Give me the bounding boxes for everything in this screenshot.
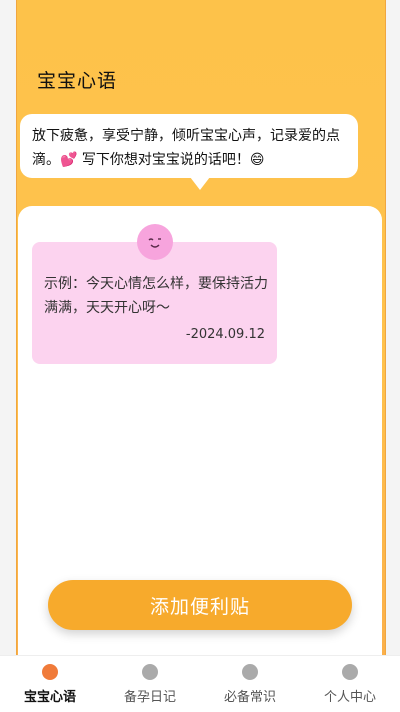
tab-pregnancy-diary[interactable]: 备孕日记 xyxy=(100,656,200,712)
tab-baby-whispers[interactable]: 宝宝心语 xyxy=(0,656,100,712)
bottle-icon xyxy=(142,664,158,680)
face-icon xyxy=(42,664,58,680)
bottom-tab-bar: 宝宝心语 备孕日记 必备常识 个人中心 xyxy=(0,655,400,712)
add-note-button[interactable]: 添加便利贴 xyxy=(48,580,352,630)
note-date: -2024.09.12 xyxy=(185,327,265,342)
tab-essential-knowledge[interactable]: 必备常识 xyxy=(200,656,300,712)
note-text: 示例：今天心情怎么样，要保持活力满满，天天开心呀～ xyxy=(44,276,268,316)
intro-text: 放下疲惫，享受宁静，倾听宝宝心声，记录爱的点滴。💕 写下你想对宝宝说的话吧！😄 xyxy=(32,128,340,168)
tab-label: 个人中心 xyxy=(323,690,376,705)
person-icon xyxy=(342,664,358,680)
tab-profile[interactable]: 个人中心 xyxy=(300,656,400,712)
intro-bubble-tail xyxy=(190,177,210,190)
page-title: 宝宝心语 xyxy=(37,70,118,92)
intro-bubble: 放下疲惫，享受宁静，倾听宝宝心声，记录爱的点滴。💕 写下你想对宝宝说的话吧！😄 xyxy=(20,114,358,178)
sticky-note[interactable]: 示例：今天心情怎么样，要保持活力满满，天天开心呀～ -2024.09.12 xyxy=(32,242,277,364)
tab-label: 必备常识 xyxy=(223,690,276,705)
tab-label: 宝宝心语 xyxy=(23,690,76,705)
smiley-icon xyxy=(137,224,173,260)
book-icon xyxy=(242,664,258,680)
tab-label: 备孕日记 xyxy=(123,690,176,705)
